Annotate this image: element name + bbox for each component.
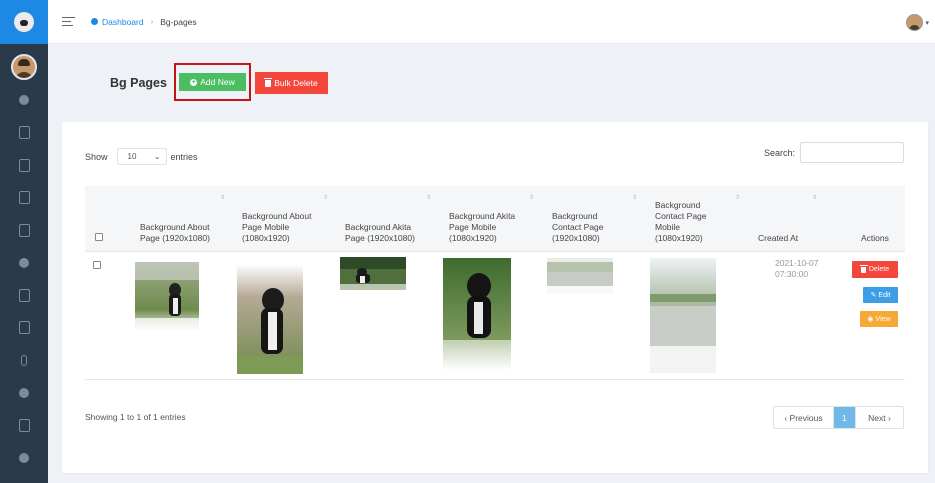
created-at-time: 07:30:00 <box>775 269 809 279</box>
table-info: Showing 1 to 1 of 1 entries <box>85 412 186 422</box>
breadcrumb-separator: › <box>150 17 154 26</box>
pagination-next[interactable]: Next › <box>855 407 903 428</box>
sidebar-item-calendar[interactable] <box>0 279 48 312</box>
image-icon <box>18 126 30 140</box>
user-menu[interactable]: ▾ <box>906 14 929 31</box>
sidebar-item-security[interactable] <box>0 409 48 442</box>
column-header[interactable]: Created At <box>758 233 828 244</box>
column-header[interactable]: Background About Page (1920x1080) <box>140 222 225 244</box>
brand-logo[interactable] <box>0 0 48 44</box>
sidebar <box>0 0 48 483</box>
sort-icon[interactable]: ⇕ <box>323 194 328 201</box>
plus-circle-icon: + <box>190 78 198 86</box>
message-icon <box>18 321 30 335</box>
top-header: Dashboard › Bg-pages ▾ <box>48 0 935 44</box>
table-header: Background About Page (1920x1080) ⇕ Back… <box>85 186 905 252</box>
menu-toggle-icon[interactable] <box>62 14 75 29</box>
eye-icon: ◉ <box>867 316 874 323</box>
bulk-delete-button[interactable]: Bulk Delete <box>255 72 328 94</box>
bg-contact-mobile-thumbnail <box>650 258 716 373</box>
bg-contact-thumbnail <box>547 258 613 294</box>
sidebar-item-support[interactable] <box>0 377 48 410</box>
sidebar-item-dashboard[interactable] <box>0 84 48 117</box>
trash-icon <box>264 77 273 87</box>
support-icon <box>19 387 29 398</box>
document-icon <box>18 191 30 205</box>
delete-button[interactable]: Delete <box>852 261 898 278</box>
phone-icon <box>21 354 27 366</box>
view-label: View <box>875 315 891 323</box>
sidebar-item-users[interactable] <box>0 442 48 475</box>
highlight-box: + Add New <box>174 63 251 101</box>
bg-akita-mobile-thumbnail <box>443 258 511 370</box>
select-all-checkbox[interactable] <box>95 233 103 241</box>
entries-length-control: Show 10 ⌄ entries <box>85 148 198 165</box>
calendar-icon <box>18 288 30 302</box>
search-input[interactable] <box>800 142 905 163</box>
bg-akita-thumbnail <box>340 257 406 290</box>
table-card: Show 10 ⌄ entries Search: Background Abo… <box>62 122 928 473</box>
sidebar-item-pages[interactable] <box>0 149 48 182</box>
document-icon <box>18 223 30 237</box>
sort-icon[interactable]: ⇕ <box>529 194 534 201</box>
created-at-cell: 2021-10-07 07:30:00 <box>775 258 818 280</box>
entries-label: entries <box>170 151 198 162</box>
document-icon <box>18 158 30 172</box>
bulk-delete-label: Bulk Delete <box>274 78 318 88</box>
show-label: Show <box>85 151 108 162</box>
pagination-page-1[interactable]: 1 <box>834 407 855 428</box>
column-header[interactable]: Background Akita Page Mobile (1080x1920) <box>449 211 529 244</box>
pagination: ‹ Previous 1 Next › <box>773 406 904 429</box>
sidebar-item-content[interactable] <box>0 214 48 247</box>
edit-icon: ✎ <box>870 292 877 299</box>
breadcrumb-dashboard-link[interactable]: Dashboard <box>102 17 144 27</box>
edit-label: Edit <box>878 291 891 299</box>
search-control: Search: <box>764 142 905 163</box>
sidebar-item-gallery[interactable] <box>0 117 48 150</box>
add-new-button[interactable]: + Add New <box>179 73 246 91</box>
bg-about-thumbnail <box>135 262 199 330</box>
bg-about-mobile-thumbnail <box>237 264 303 374</box>
entries-select[interactable]: 10 ⌄ <box>116 148 167 165</box>
home-icon <box>91 18 98 25</box>
breadcrumb-current: Bg-pages <box>160 16 197 27</box>
pagination-previous[interactable]: ‹ Previous <box>774 407 834 428</box>
page-title: Bg Pages <box>110 76 167 90</box>
sort-icon[interactable]: ⇕ <box>735 194 740 201</box>
created-at-date: 2021-10-07 <box>775 258 819 268</box>
paw-icon <box>19 257 29 268</box>
sort-icon[interactable]: ⇕ <box>812 194 817 201</box>
trash-icon <box>859 264 868 273</box>
sidebar-item-dogs[interactable] <box>0 247 48 280</box>
breadcrumb: Dashboard › Bg-pages <box>91 17 197 27</box>
sort-icon[interactable]: ⇕ <box>220 194 225 201</box>
header-avatar[interactable] <box>906 14 924 31</box>
chevron-down-icon[interactable]: ▾ <box>925 19 929 27</box>
sort-icon[interactable]: ⇕ <box>632 194 637 201</box>
dashboard-icon <box>19 95 29 106</box>
search-label: Search: <box>764 147 796 158</box>
dog-logo-icon <box>14 12 34 32</box>
sidebar-user-avatar[interactable] <box>11 54 37 80</box>
delete-label: Delete <box>868 266 890 273</box>
sidebar-item-contact[interactable] <box>0 344 48 377</box>
table-row: 2021-10-07 07:30:00 Delete ✎ Edit ◉ View <box>85 252 905 380</box>
column-header[interactable]: Background About Page Mobile (1080x1920) <box>242 211 327 244</box>
column-header[interactable]: Background Contact Page Mobile (1080x192… <box>655 200 725 244</box>
chevron-down-icon: ⌄ <box>153 152 161 161</box>
edit-button[interactable]: ✎ Edit <box>863 287 898 303</box>
column-header[interactable]: Background Contact Page (1920x1080) <box>552 211 622 244</box>
add-new-label: Add New <box>200 77 235 87</box>
user-icon <box>19 452 29 463</box>
lock-icon <box>18 418 30 432</box>
sort-icon[interactable]: ⇕ <box>426 194 431 201</box>
row-checkbox[interactable] <box>93 261 101 269</box>
sidebar-item-messages[interactable] <box>0 312 48 345</box>
view-button[interactable]: ◉ View <box>860 311 898 327</box>
entries-select-value: 10 <box>127 152 137 161</box>
column-header[interactable]: Background Akita Page (1920x1080) <box>345 222 430 244</box>
column-header: Actions <box>861 233 889 243</box>
sidebar-item-bg-pages[interactable] <box>0 182 48 215</box>
